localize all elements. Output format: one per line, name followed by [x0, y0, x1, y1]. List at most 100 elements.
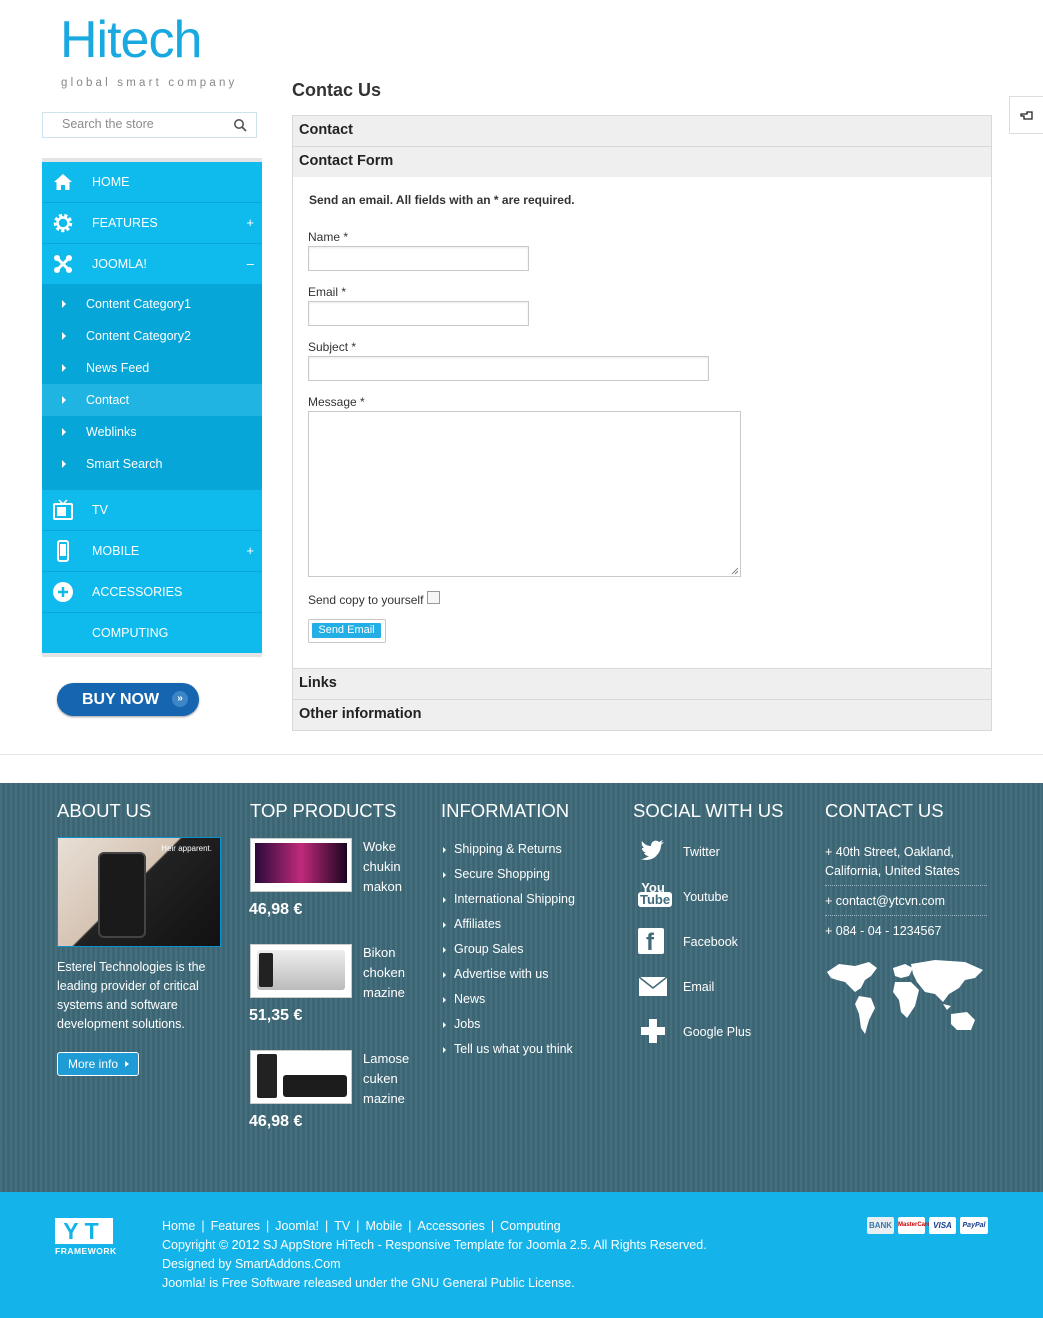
- name-field[interactable]: [308, 246, 529, 271]
- nav-item-features[interactable]: FEATURES +: [42, 203, 262, 244]
- expand-toggle[interactable]: +: [246, 531, 254, 571]
- collapse-toggle[interactable]: –: [247, 244, 254, 284]
- info-link-news[interactable]: News: [443, 992, 485, 1006]
- subject-field[interactable]: [308, 356, 709, 381]
- email-label: Email *: [308, 285, 347, 299]
- nav-item-computing[interactable]: COMPUTING: [42, 613, 262, 653]
- google-plus-icon[interactable]: [638, 1016, 668, 1046]
- yt-framework-logo[interactable]: YT FRAMEWORK: [55, 1218, 117, 1256]
- product-image[interactable]: [250, 838, 352, 892]
- email-icon[interactable]: [638, 972, 668, 1002]
- more-info-button[interactable]: More info: [57, 1052, 139, 1076]
- info-link-group-sales[interactable]: Group Sales: [443, 942, 523, 956]
- footer-link-joomla[interactable]: Joomla!: [275, 1219, 319, 1233]
- product-name[interactable]: Woke chukin makon: [363, 837, 423, 897]
- info-link-affiliates[interactable]: Affiliates: [443, 917, 501, 931]
- info-link-shipping-returns[interactable]: Shipping & Returns: [443, 842, 562, 856]
- nav-item-accessories[interactable]: ACCESSORIES: [42, 572, 262, 613]
- submenu-item-contact[interactable]: Contact: [42, 384, 262, 416]
- arrow-right-icon: [62, 332, 66, 340]
- nav-item-home[interactable]: HOME: [42, 162, 262, 203]
- submenu-item-news-feed[interactable]: News Feed: [42, 352, 262, 384]
- nav-item-tv[interactable]: TV: [42, 490, 262, 531]
- social-link-email[interactable]: Email: [683, 980, 714, 994]
- footer-bottom: [0, 1192, 1043, 1318]
- info-link-advertise[interactable]: Advertise with us: [443, 967, 548, 981]
- info-link-international-shipping[interactable]: International Shipping: [443, 892, 575, 906]
- designed-by-text[interactable]: Designed by SmartAddons.Com: [162, 1257, 341, 1271]
- info-link-feedback[interactable]: Tell us what you think: [443, 1042, 573, 1056]
- product-name[interactable]: Bikon choken mazine: [363, 943, 423, 1003]
- nav-label-joomla: JOOMLA!: [92, 257, 147, 271]
- arrow-right-icon: [443, 921, 446, 928]
- submenu-item-weblinks[interactable]: Weblinks: [42, 416, 262, 448]
- panel-title: Contact: [299, 122, 353, 138]
- double-chevron-right-icon: »: [172, 691, 188, 707]
- product-image[interactable]: [250, 944, 352, 998]
- panel-other-information[interactable]: Other information: [292, 699, 992, 731]
- about-us-image[interactable]: Heir apparent.: [57, 837, 221, 947]
- product-name[interactable]: Lamose cuken mazine: [363, 1049, 423, 1109]
- product-image[interactable]: [250, 1050, 352, 1104]
- arrow-right-icon: [443, 896, 446, 903]
- arrow-right-icon: [443, 871, 446, 878]
- footer-link-computing[interactable]: Computing: [500, 1219, 560, 1233]
- divider: [825, 885, 987, 886]
- footer-link-accessories[interactable]: Accessories: [418, 1219, 485, 1233]
- facebook-icon[interactable]: f: [638, 928, 664, 956]
- contact-phone: + 084 - 04 - 1234567: [825, 924, 942, 938]
- buy-now-button[interactable]: BUY NOW »: [57, 683, 199, 716]
- nav-label-mobile: MOBILE: [92, 544, 140, 558]
- arrow-right-icon: [62, 460, 66, 468]
- submenu-item-content-category2[interactable]: Content Category2: [42, 320, 262, 352]
- product-price: 46,98 €: [249, 1113, 303, 1130]
- image-caption: Heir apparent.: [161, 844, 212, 853]
- footer-link-home[interactable]: Home: [162, 1219, 195, 1233]
- joomla-icon: [54, 255, 72, 273]
- panel-contact[interactable]: Contact: [292, 115, 992, 147]
- side-panel-toggle[interactable]: [1009, 96, 1043, 134]
- submenu-item-smart-search[interactable]: Smart Search: [42, 448, 262, 480]
- twitter-icon[interactable]: [638, 837, 668, 867]
- social-heading: SOCIAL WITH US: [633, 800, 784, 821]
- youtube-icon[interactable]: You Tube: [638, 881, 673, 912]
- email-field[interactable]: [308, 301, 529, 326]
- about-us-heading: ABOUT US: [57, 800, 152, 821]
- info-link-jobs[interactable]: Jobs: [443, 1017, 480, 1031]
- social-link-youtube[interactable]: Youtube: [683, 890, 728, 904]
- submenu-label: Content Category1: [86, 297, 191, 311]
- name-label: Name *: [308, 230, 349, 244]
- home-icon: [54, 174, 72, 190]
- send-email-label: Send Email: [312, 623, 381, 638]
- nav-item-joomla[interactable]: JOOMLA! –: [42, 244, 262, 285]
- panel-contact-form[interactable]: Contact Form: [292, 146, 992, 178]
- arrow-right-icon: [62, 428, 66, 436]
- message-textarea[interactable]: [308, 411, 741, 577]
- footer-link-tv[interactable]: TV: [334, 1219, 350, 1233]
- social-link-facebook[interactable]: Facebook: [683, 935, 738, 949]
- send-email-button[interactable]: Send Email: [308, 619, 386, 643]
- footer-link-mobile[interactable]: Mobile: [365, 1219, 402, 1233]
- submenu-label: Contact: [86, 393, 130, 407]
- submenu-item-content-category1[interactable]: Content Category1: [42, 288, 262, 320]
- search-input[interactable]: [43, 113, 232, 135]
- expand-toggle[interactable]: +: [246, 203, 254, 243]
- contact-email[interactable]: + contact@ytcvn.com: [825, 892, 990, 911]
- copy-checkbox[interactable]: [427, 591, 440, 604]
- social-link-google-plus[interactable]: Google Plus: [683, 1025, 751, 1039]
- divider: [0, 754, 1043, 755]
- footer-link-features[interactable]: Features: [211, 1219, 260, 1233]
- resize-handle-icon[interactable]: [731, 567, 739, 575]
- top-products-heading: TOP PRODUCTS: [250, 800, 397, 821]
- phone-graphic: [98, 852, 146, 938]
- submenu-label: Smart Search: [86, 457, 163, 471]
- site-logo[interactable]: Hitech: [60, 14, 202, 66]
- about-us-text: Esterel Technologies is the leading prov…: [57, 960, 206, 1031]
- copyright-text: Copyright © 2012 SJ AppStore HiTech - Re…: [162, 1238, 707, 1252]
- info-link-secure-shopping[interactable]: Secure Shopping: [443, 867, 550, 881]
- nav-item-mobile[interactable]: MOBILE +: [42, 531, 262, 572]
- search-icon[interactable]: [233, 118, 247, 132]
- panel-links[interactable]: Links: [292, 668, 992, 700]
- social-link-twitter[interactable]: Twitter: [683, 845, 720, 859]
- visa-icon: VISA: [929, 1217, 956, 1234]
